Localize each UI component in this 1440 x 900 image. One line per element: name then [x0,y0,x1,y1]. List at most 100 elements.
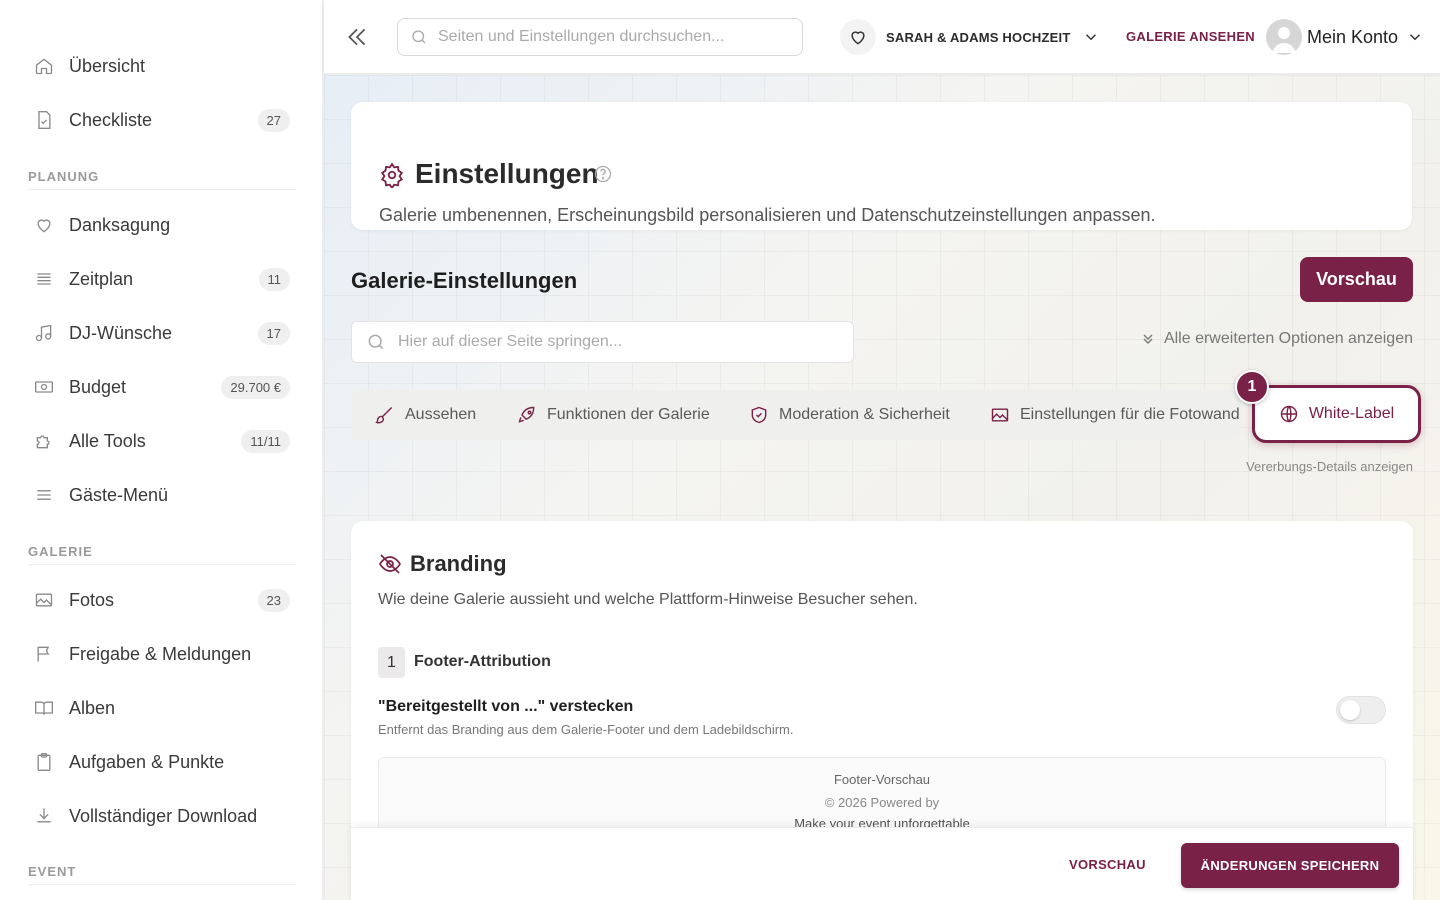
toggle-knob [1340,700,1360,720]
menu-icon [34,485,54,505]
event-selector[interactable]: SARAH & ADAMS HOCHZEIT [840,18,1100,56]
page-header-card: Einstellungen Galerie umbenennen, Ersche… [351,102,1412,230]
divider [28,884,296,885]
eye-off-icon [378,552,402,576]
tab-funktionen[interactable]: Funktionen der Galerie [517,390,710,440]
sidebar-item-label: Gäste-Menü [69,484,169,505]
tab-label: White-Label [1308,405,1395,422]
subsection-title: Footer-Attribution [414,653,551,670]
sidebar-item-alle-tools[interactable]: Alle Tools 11/11 [28,421,290,461]
tab-aussehen[interactable]: Aussehen [375,390,476,440]
home-icon [34,56,54,76]
globe-icon [1280,405,1298,423]
advanced-options-label: Alle erweiterten Optionen anzeigen [1163,330,1413,347]
step-badge: 1 [1235,370,1269,404]
branding-title: Branding [410,551,507,576]
tab-label: Moderation & Sicherheit [779,406,950,423]
account-label: Mein Konto [1307,26,1399,47]
sidebar-item-label: Budget [69,376,127,397]
branding-description: Wie deine Galerie aussieht und welche Pl… [378,591,918,608]
sidebar-item-gaeste-menue[interactable]: Gäste-Menü [28,475,290,515]
preview-button[interactable]: Vorschau [1300,257,1413,302]
count-badge: 11/11 [241,429,290,453]
view-gallery-link[interactable]: GALERIE ANSEHEN [1126,29,1255,44]
inheritance-details-link[interactable]: Vererbungs-Details anzeigen [1246,459,1413,474]
sidebar-item-aufgaben[interactable]: Aufgaben & Punkte [28,742,290,782]
count-badge: 11 [258,267,290,291]
page-jump-search[interactable] [351,321,854,363]
divider [28,189,296,190]
sidebar-item-label: Aufgaben & Punkte [69,751,225,772]
image-icon [34,590,54,610]
preview-link[interactable]: VORSCHAU [1069,857,1146,872]
footer-preview-label: Footer-Vorschau [833,772,931,787]
topbar: SARAH & ADAMS HOCHZEIT GALERIE ANSEHEN M… [324,0,1440,74]
sidebar-item-checkliste[interactable]: Checkliste 27 [28,100,290,140]
sidebar-item-danksagung[interactable]: Danksagung [28,205,290,245]
chevron-down-icon [1082,28,1100,46]
divider [28,564,296,565]
sidebar-item-fotos[interactable]: Fotos 23 [28,580,290,620]
puzzle-icon [34,431,54,451]
sidebar-item-label: Vollständiger Download [69,805,258,826]
footer-powered-text: © 2026 Powered by [824,795,940,810]
gear-icon [379,162,405,190]
count-badge: 17 [257,321,290,345]
sidebar-item-freigabe[interactable]: Freigabe & Meldungen [28,634,290,674]
tab-label: Einstellungen für die Fotowand [1020,406,1240,423]
money-icon [34,377,54,397]
sidebar: Übersicht Checkliste 27 PLANUNG Danksagu… [0,0,323,900]
tab-moderation[interactable]: Moderation & Sicherheit [749,390,950,440]
section-title-event: EVENT [28,864,77,879]
collapse-sidebar-icon[interactable] [344,24,370,50]
section-title-galerie: GALERIE [28,544,93,559]
jump-search-input[interactable] [398,333,838,351]
sidebar-item-download[interactable]: Vollständiger Download [28,796,290,836]
section-title-planung: PLANUNG [28,169,100,184]
search-icon [366,332,386,352]
settings-tabs: Aussehen Funktionen der Galerie Moderati… [351,390,1241,440]
rocket-icon [518,406,535,423]
sidebar-item-budget[interactable]: Budget 29.700 € [28,367,290,407]
global-search[interactable] [397,18,803,56]
sidebar-item-label: Danksagung [69,214,171,235]
heart-icon [34,215,54,235]
checklist-icon [34,110,54,130]
music-icon [34,323,54,343]
clipboard-icon [34,752,54,772]
page-title: Einstellungen [415,158,599,189]
book-icon [34,698,54,718]
section-title: Galerie-Einstellungen [351,268,578,293]
schedule-icon [34,269,54,289]
chevron-down-icon [1406,28,1424,46]
sidebar-item-label: Checkliste [69,109,153,130]
search-input[interactable] [438,28,778,46]
option-description: Entfernt das Branding aus dem Galerie-Fo… [378,722,794,737]
page-description: Galerie umbenennen, Erscheinungsbild per… [379,205,1156,225]
account-menu[interactable]: Mein Konto [1266,18,1424,56]
tab-fotowand[interactable]: Einstellungen für die Fotowand [990,390,1240,440]
sidebar-item-alben[interactable]: Alben [28,688,290,728]
section-number: 1 [378,647,405,678]
sidebar-item-zeitplan[interactable]: Zeitplan 11 [28,259,290,299]
help-icon[interactable] [593,164,613,184]
sidebar-item-label: Zeitplan [69,268,134,289]
brush-icon [375,406,393,424]
hide-branding-toggle[interactable] [1336,696,1386,724]
download-icon [34,806,54,826]
sidebar-item-dj-wuensche[interactable]: DJ-Wünsche 17 [28,313,290,353]
count-badge: 23 [257,588,290,612]
tab-label: Aussehen [405,406,477,423]
tab-label: Funktionen der Galerie [547,406,710,423]
tab-white-label[interactable]: White-Label [1252,385,1421,443]
action-bar: VORSCHAU ÄNDERUNGEN SPEICHERN [351,827,1413,900]
sidebar-item-label: DJ-Wünsche [69,322,173,343]
search-icon [410,28,428,46]
save-changes-button[interactable]: ÄNDERUNGEN SPEICHERN [1181,843,1399,888]
sidebar-item-label: Freigabe & Meldungen [69,643,252,664]
show-advanced-options-link[interactable]: Alle erweiterten Optionen anzeigen [1140,330,1413,348]
image-icon [991,408,1009,422]
sidebar-item-label: Fotos [69,589,115,610]
option-title: "Bereitgestellt von ..." verstecken [378,698,634,715]
sidebar-item-uebersicht[interactable]: Übersicht [28,46,290,86]
